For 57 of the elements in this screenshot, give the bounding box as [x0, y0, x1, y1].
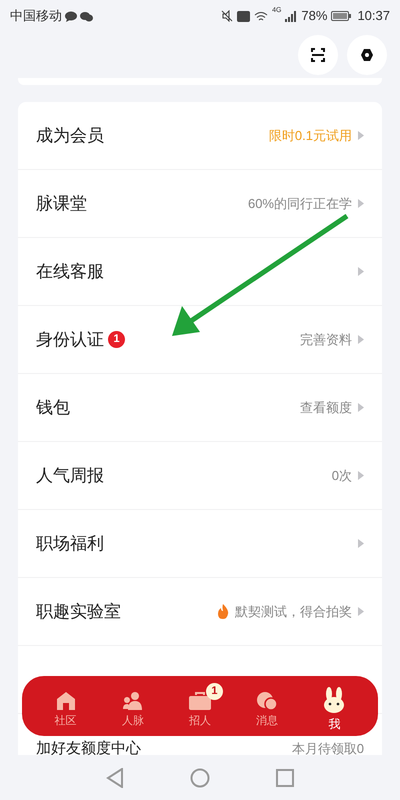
carrier-text: 中国移动 [10, 7, 62, 26]
menu-label: 钱包 [36, 396, 70, 419]
menu-label: 在线客服 [36, 260, 104, 283]
menu-label: 人气周报 [36, 464, 104, 487]
menu-label: 职场福利 [36, 532, 104, 555]
chat-bubble-icon [65, 10, 77, 22]
signal-icon [285, 10, 298, 22]
menu-value: 完善资料 [300, 330, 352, 349]
menu-value: 60%的同行正在学 [248, 194, 352, 213]
chevron-icon [358, 199, 364, 208]
rabbit-icon [322, 687, 346, 713]
people-icon [122, 690, 144, 711]
tab-bar-item[interactable]: 我 [305, 679, 364, 733]
recents-icon[interactable] [276, 768, 294, 786]
chevron-icon [358, 267, 364, 276]
menu-value: 查看额度 [300, 398, 352, 417]
settings-button[interactable] [347, 35, 387, 75]
briefcase-icon [188, 690, 212, 711]
mute-icon [221, 10, 234, 22]
menu-label: 职趣实验室 [36, 600, 121, 623]
chevron-icon [358, 471, 364, 480]
menu-label: 脉课堂 [36, 192, 87, 215]
menu-item[interactable]: 在线客服 [18, 238, 382, 306]
chevron-icon [358, 131, 364, 140]
menu-value: 限时0.1元试用 [268, 126, 352, 145]
chevron-icon [358, 403, 364, 412]
wechat-icon [80, 10, 93, 22]
menu-item[interactable]: 钱包 查看额度 [18, 374, 382, 442]
flame-icon [217, 604, 229, 619]
home-icon [54, 690, 77, 711]
battery-percent: 78% [301, 7, 328, 26]
notification-badge: 1 [206, 682, 223, 700]
menu-label: 身份认证 [36, 328, 104, 351]
battery-icon [331, 11, 352, 21]
tab-bar-item[interactable]: 招人 1 [170, 682, 229, 730]
back-icon[interactable] [106, 768, 124, 788]
menu-item[interactable]: 脉课堂 60%的同行正在学 [18, 170, 382, 238]
menu-label[interactable]: 加好友额度中心 [36, 740, 141, 757]
wifi-icon [254, 10, 268, 22]
chevron-icon [358, 335, 364, 344]
scan-button[interactable] [298, 35, 338, 75]
chevron-icon [358, 607, 364, 616]
menu-item[interactable]: 成为会员 限时0.1元试用 [18, 102, 382, 170]
menu-value: 0次 [332, 466, 352, 485]
chevron-icon [358, 539, 364, 548]
menu-value: 默契测试，得合拍奖 [235, 602, 352, 621]
menu-item[interactable]: 职趣实验室 默契测试，得合拍奖 [18, 578, 382, 646]
settings-icon [360, 48, 374, 62]
menu-item[interactable]: 人气周报 0次 [18, 442, 382, 510]
chat-icon [255, 690, 280, 711]
menu-label: 成为会员 [36, 124, 104, 147]
menu-value: 本月待领取0 [292, 740, 364, 757]
home-circle-icon[interactable] [190, 768, 210, 788]
notification-badge: 1 [108, 331, 125, 348]
menu-item[interactable]: 职场福利 [18, 510, 382, 578]
scan-icon [311, 48, 325, 62]
clock-time: 10:37 [357, 7, 390, 26]
